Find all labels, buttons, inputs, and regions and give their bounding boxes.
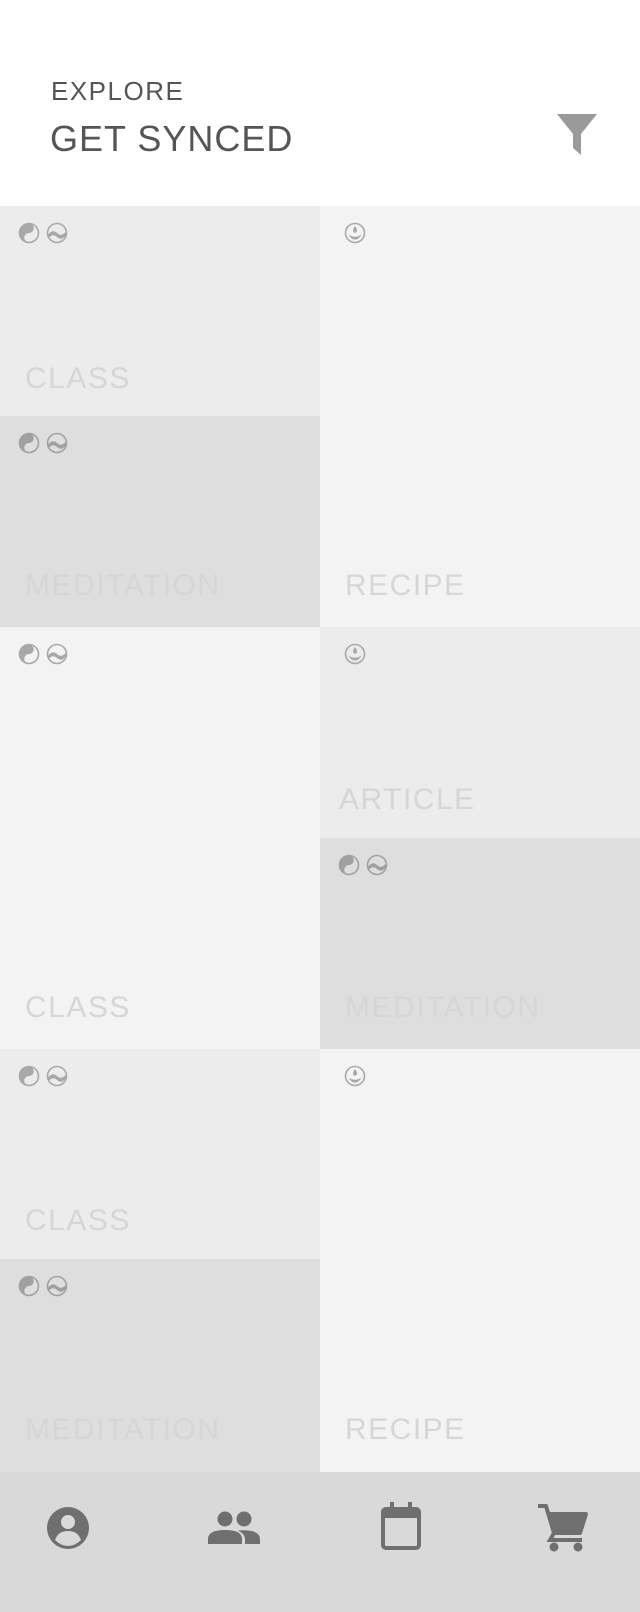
- card-label: CLASS: [25, 1204, 131, 1237]
- card-label: ARTICLE: [339, 783, 476, 816]
- drop-icon: [344, 222, 366, 244]
- card-icon-group: [344, 222, 366, 244]
- wave-icon: [366, 854, 388, 876]
- card-icon-group: [18, 432, 68, 454]
- cart-icon: [538, 1504, 588, 1552]
- wave-icon: [46, 1065, 68, 1087]
- content-card-recipe[interactable]: RECIPE: [320, 1049, 640, 1472]
- card-icon-group: [344, 643, 366, 665]
- drop-icon: [344, 1065, 366, 1087]
- people-icon: [208, 1511, 260, 1544]
- calendar-icon: [381, 1502, 421, 1550]
- wave-icon: [46, 222, 68, 244]
- card-label: MEDITATION: [25, 569, 221, 602]
- eyebrow-label: EXPLORE: [51, 76, 185, 106]
- card-label: CLASS: [25, 991, 131, 1024]
- wave-icon: [46, 643, 68, 665]
- card-icon-group: [18, 222, 68, 244]
- nav-cart-button[interactable]: [536, 1500, 592, 1556]
- header: EXPLORE GET SYNCED: [0, 0, 640, 206]
- nav-calendar-button[interactable]: [374, 1500, 430, 1556]
- nav-profile-button[interactable]: [40, 1500, 96, 1556]
- card-label: RECIPE: [345, 569, 466, 602]
- drop-icon: [344, 643, 366, 665]
- page-title: GET SYNCED: [50, 118, 294, 159]
- content-card-recipe[interactable]: RECIPE: [320, 206, 640, 627]
- card-label: MEDITATION: [345, 991, 541, 1024]
- content-card-class[interactable]: CLASS: [0, 1049, 320, 1259]
- card-label: CLASS: [25, 362, 131, 395]
- nav-community-button[interactable]: [206, 1500, 262, 1556]
- filter-icon: [557, 114, 597, 155]
- content-card-meditation[interactable]: MEDITATION: [0, 416, 320, 627]
- wave-icon: [46, 1275, 68, 1297]
- card-label: RECIPE: [345, 1413, 466, 1446]
- account-icon: [47, 1507, 89, 1549]
- card-icon-group: [338, 854, 388, 876]
- yin-yang-icon: [18, 1065, 40, 1087]
- yin-yang-icon: [18, 643, 40, 665]
- yin-yang-icon: [338, 854, 360, 876]
- card-icon-group: [18, 1065, 68, 1087]
- yin-yang-icon: [18, 432, 40, 454]
- card-label: MEDITATION: [25, 1413, 221, 1446]
- content-card-meditation[interactable]: MEDITATION: [320, 838, 640, 1049]
- wave-icon: [46, 432, 68, 454]
- yin-yang-icon: [18, 222, 40, 244]
- content-card-meditation[interactable]: MEDITATION: [0, 1259, 320, 1472]
- bottom-nav: [0, 1472, 640, 1612]
- content-card-article[interactable]: ARTICLE: [320, 627, 640, 838]
- card-icon-group: [18, 643, 68, 665]
- card-icon-group: [18, 1275, 68, 1297]
- content-card-class[interactable]: CLASS: [0, 627, 320, 1049]
- filter-button[interactable]: [556, 112, 598, 156]
- yin-yang-icon: [18, 1275, 40, 1297]
- content-card-class[interactable]: CLASS: [0, 206, 320, 416]
- card-icon-group: [344, 1065, 366, 1087]
